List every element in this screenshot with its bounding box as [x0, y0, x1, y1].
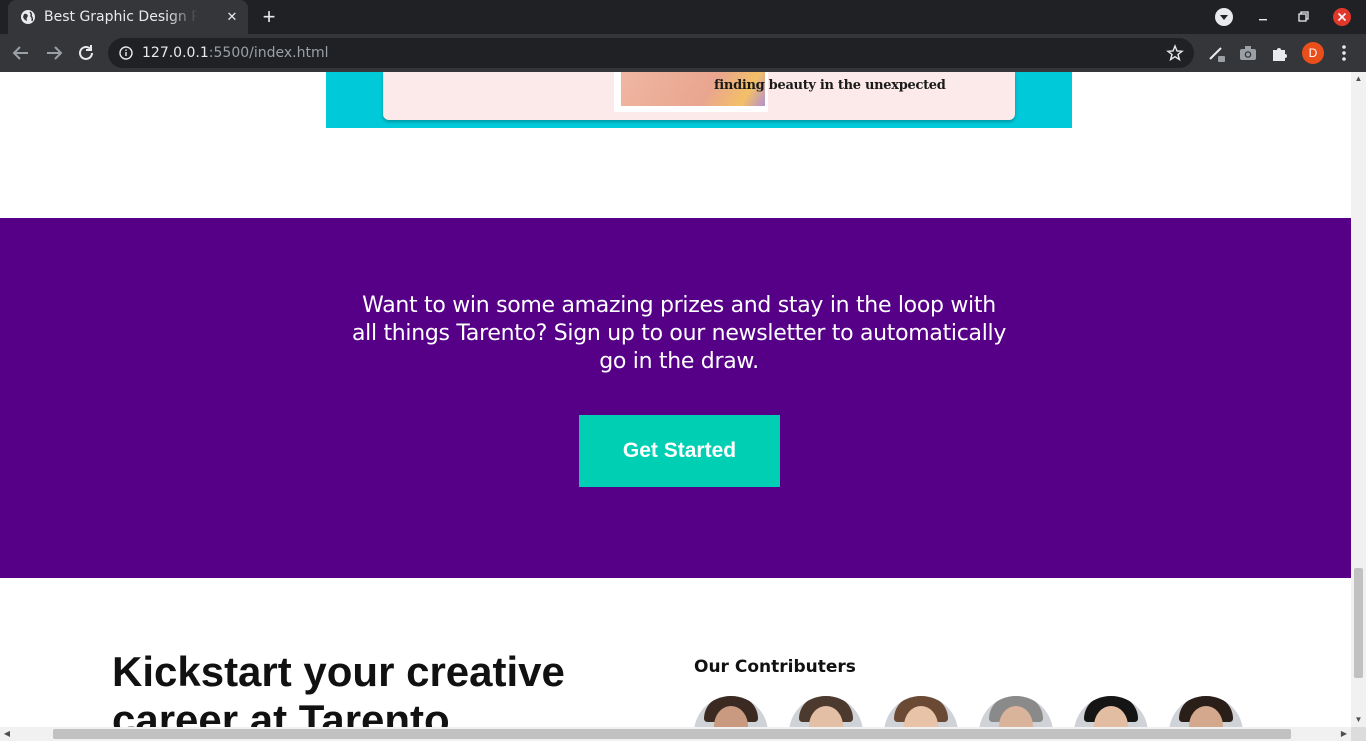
contributor-avatar — [1074, 696, 1148, 727]
tab-close-icon[interactable]: ✕ — [224, 9, 240, 25]
contributor-avatar — [979, 696, 1053, 727]
vertical-scrollbar[interactable]: ▲ ▼ — [1351, 72, 1366, 727]
banner-caption: finding beauty in the unexpected — [714, 78, 946, 93]
browser-tab-strip: Best Graphic Design Portfolio ✕ + — [0, 0, 1366, 34]
scrollbar-corner — [1351, 727, 1366, 741]
get-started-button[interactable]: Get Started — [579, 415, 780, 487]
browser-tab[interactable]: Best Graphic Design Portfolio ✕ — [8, 0, 248, 34]
horizontal-scroll-thumb[interactable] — [53, 729, 1291, 739]
scroll-right-arrow-icon[interactable]: ▶ — [1337, 727, 1351, 741]
globe-icon — [21, 10, 35, 24]
kickstart-heading: Kickstart your creative career at Tarent… — [112, 648, 565, 727]
scroll-up-arrow-icon[interactable]: ▲ — [1351, 72, 1366, 86]
contributor-avatar — [694, 696, 768, 727]
tab-search-icon[interactable] — [1215, 8, 1233, 26]
forward-arrow-icon[interactable] — [43, 42, 65, 64]
tab-title: Best Graphic Design Portfolio — [44, 9, 198, 25]
page-viewport: finding beauty in the unexpected Want to… — [0, 72, 1351, 727]
camera-icon[interactable] — [1238, 43, 1258, 63]
newsletter-text: Want to win some amazing prizes and stay… — [351, 293, 1007, 374]
extensions-puzzle-icon[interactable] — [1270, 43, 1290, 63]
contributors-title: Our Contributers — [694, 657, 856, 677]
minimize-icon[interactable] — [1254, 8, 1272, 26]
portfolio-banner: finding beauty in the unexpected — [326, 72, 1072, 128]
banner-card: finding beauty in the unexpected — [383, 72, 1015, 120]
url-text[interactable]: 127.0.0.1:5500/index.html — [142, 45, 329, 61]
restore-icon[interactable] — [1294, 8, 1312, 26]
contributor-avatar — [884, 696, 958, 727]
reload-icon[interactable] — [75, 42, 97, 64]
new-tab-button[interactable]: + — [259, 6, 279, 28]
url-path: :5500/index.html — [208, 45, 329, 61]
contributor-avatar — [1169, 696, 1243, 727]
site-info-icon[interactable] — [119, 46, 133, 60]
more-menu-icon[interactable] — [1336, 43, 1352, 63]
vertical-scroll-thumb[interactable] — [1354, 568, 1363, 678]
bookmark-star-icon[interactable] — [1166, 44, 1184, 62]
url-host: 127.0.0.1 — [142, 45, 209, 61]
contributor-avatar — [789, 696, 863, 727]
newsletter-section: Want to win some amazing prizes and stay… — [0, 218, 1351, 578]
back-arrow-icon[interactable] — [10, 42, 32, 64]
edit-extension-icon[interactable] — [1207, 43, 1227, 63]
scroll-left-arrow-icon[interactable]: ◀ — [0, 727, 14, 741]
address-bar[interactable]: 127.0.0.1:5500/index.html — [108, 38, 1194, 68]
profile-avatar[interactable]: D — [1302, 42, 1324, 64]
contributors-avatars — [694, 696, 1254, 727]
horizontal-scrollbar[interactable]: ◀ ▶ — [0, 727, 1351, 741]
close-window-icon[interactable] — [1333, 8, 1351, 26]
browser-toolbar: 127.0.0.1:5500/index.html D — [0, 34, 1366, 72]
scroll-down-arrow-icon[interactable]: ▼ — [1351, 713, 1366, 727]
